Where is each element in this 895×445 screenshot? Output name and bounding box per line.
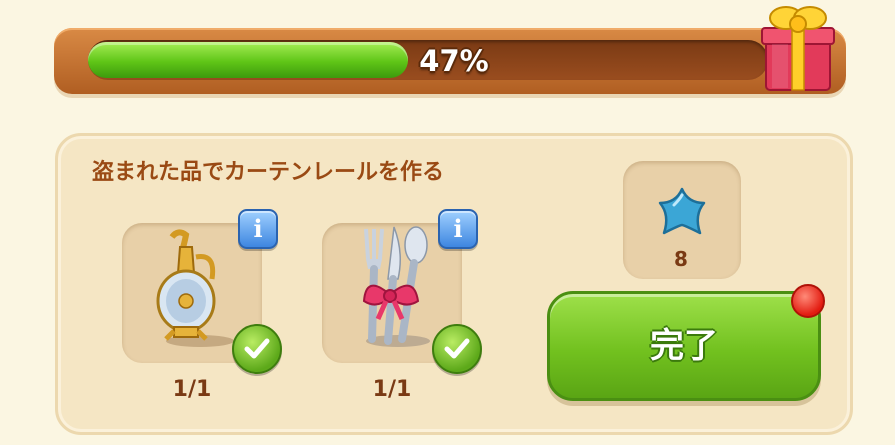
progress-percent: 47% bbox=[419, 44, 489, 78]
progress-fill bbox=[88, 42, 408, 78]
item-count-cutlery: 1/1 bbox=[372, 377, 412, 402]
item-count-vase: 1/1 bbox=[172, 377, 212, 402]
info-button-vase[interactable]: i bbox=[238, 209, 278, 249]
gift-box-icon[interactable] bbox=[758, 0, 838, 96]
notification-dot bbox=[791, 284, 825, 318]
quest-title: 盗まれた品でカーテンレールを作る bbox=[92, 160, 445, 185]
checkmark-icon bbox=[232, 324, 282, 374]
info-button-cutlery[interactable]: i bbox=[438, 209, 478, 249]
complete-button[interactable]: 完了 bbox=[547, 291, 821, 401]
reward-count: 8 bbox=[674, 247, 688, 271]
checkmark-icon bbox=[432, 324, 482, 374]
blue-star-icon bbox=[658, 187, 706, 235]
